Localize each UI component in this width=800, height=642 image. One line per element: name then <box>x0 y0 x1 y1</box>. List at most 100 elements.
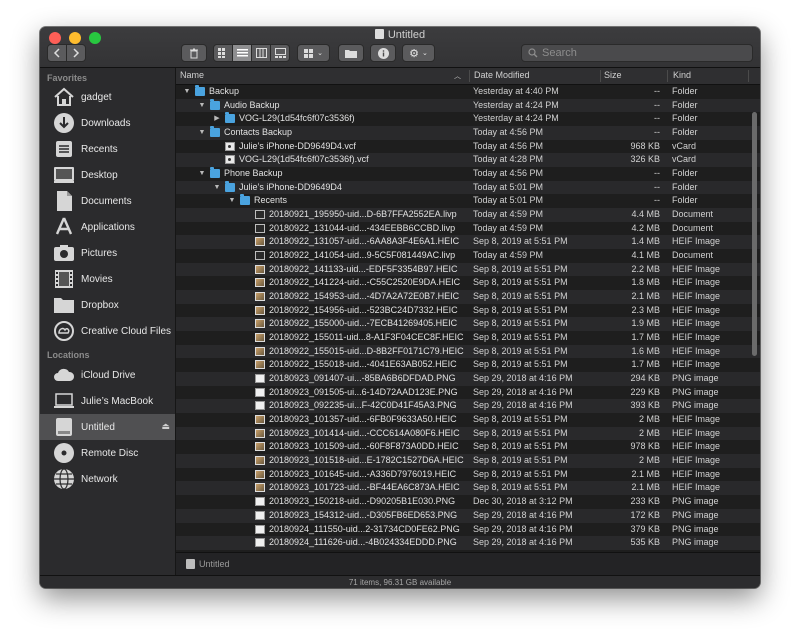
file-size: 172 KB <box>630 509 660 520</box>
file-kind: PNG image <box>672 400 719 411</box>
table-row[interactable]: 20180923_101645-uid...-A336D7976019.HEIC… <box>176 468 760 482</box>
table-row[interactable]: 20180922_141054-uid...9-5C5F081449AC.liv… <box>176 249 760 263</box>
table-row[interactable]: 20180923_101357-uid...-6FB0F9633A50.HEIC… <box>176 413 760 427</box>
search-field[interactable] <box>521 44 753 62</box>
table-row[interactable]: ▼ Contacts Backup Today at 4:56 PM -- Folder <box>176 126 760 140</box>
disclosure-open-icon[interactable]: ▼ <box>182 85 192 99</box>
sidebar-item-label: Julie’s MacBook <box>81 395 154 407</box>
disclosure-open-icon[interactable]: ▼ <box>197 167 207 181</box>
table-row[interactable]: 20180921_195950-uid...D-6B7FFA2552EA.liv… <box>176 208 760 222</box>
table-row[interactable]: 20180923_101414-uid...-CCC614A080F6.HEIC… <box>176 426 760 441</box>
file-date-modified: Sep 8, 2019 at 5:51 PM <box>473 359 568 370</box>
file-name: Julie’s iPhone-DD9649D4.vcf <box>239 140 356 151</box>
image-file-icon <box>255 237 265 247</box>
vcard-icon <box>225 141 235 151</box>
table-row[interactable]: 20180923_091407-ui...-85BA6B6DFDAD.PNG Se… <box>176 372 760 386</box>
table-row[interactable]: 20180922_141133-uid...-EDF5F3354B97.HEIC… <box>176 262 760 277</box>
sidebar-item-gadget[interactable]: gadget <box>40 84 175 110</box>
file-name: 20180923_154312-uid...-D305FB6ED653.PNG <box>269 509 458 520</box>
image-file-icon <box>255 442 265 452</box>
back-button[interactable] <box>47 44 67 62</box>
sidebar-item-network[interactable]: Network <box>40 466 175 492</box>
sidebar-item-movies[interactable]: Movies <box>40 266 175 292</box>
table-row[interactable]: 20180923_101509-uid...-60F8F873A0DD.HEIC… <box>176 440 760 454</box>
table-row[interactable]: ▼ Backup Yesterday at 4:40 PM -- Folder <box>176 85 760 99</box>
disclosure-open-icon[interactable]: ▼ <box>197 126 207 140</box>
sidebar-item-creative-cloud-files[interactable]: Creative Cloud Files <box>40 318 175 344</box>
table-row[interactable]: 20180924_111550-uid...2-31734CD0FE62.PNG… <box>176 523 760 537</box>
table-row[interactable]: 20180922_155000-uid...-7ECB41269405.HEIC… <box>176 317 760 332</box>
sidebar-item-dropbox[interactable]: Dropbox <box>40 292 175 318</box>
table-row[interactable]: VOG-L29(1d54fc6f07c3536f).vcf Today at 4:… <box>176 153 760 168</box>
new-folder-button[interactable] <box>338 44 364 62</box>
file-date-modified: Sep 29, 2018 at 4:16 PM <box>473 537 573 548</box>
disclosure-open-icon[interactable]: ▼ <box>197 99 207 113</box>
path-bar-item[interactable]: Untitled <box>199 559 230 569</box>
list-view-button[interactable] <box>232 44 252 62</box>
table-row[interactable]: 20180922_131057-uid...-6AA8A3F4E6A1.HEIC… <box>176 235 760 250</box>
table-row[interactable]: Julie’s iPhone-DD9649D4.vcf Today at 4:56… <box>176 140 760 154</box>
sidebar-item-downloads[interactable]: Downloads <box>40 110 175 136</box>
group-by-button[interactable]: ⌄ <box>297 44 330 62</box>
table-row[interactable]: ▼ Recents Today at 5:01 PM -- Folder <box>176 194 760 208</box>
table-row[interactable]: 20180923_150218-uid...-D90205B1E030.PNG D… <box>176 495 760 509</box>
file-name: 20180922_131057-uid...-6AA8A3F4E6A1.HEIC <box>269 236 460 247</box>
image-file-icon <box>255 428 265 438</box>
sidebar-item-documents[interactable]: Documents <box>40 188 175 214</box>
disclosure-open-icon[interactable]: ▼ <box>212 181 222 195</box>
navigation-buttons <box>47 44 86 62</box>
sidebar-item-label: Documents <box>81 195 132 207</box>
icon-view-button[interactable] <box>213 44 233 62</box>
gallery-icon <box>274 48 286 58</box>
sidebar-item-pictures[interactable]: Pictures <box>40 240 175 266</box>
column-size-header[interactable]: Size <box>604 70 622 80</box>
file-kind: HEIF Image <box>672 304 721 315</box>
gallery-view-button[interactable] <box>270 44 290 62</box>
sidebar-item-macbook[interactable]: Julie’s MacBook <box>40 388 175 414</box>
table-row[interactable]: 20180922_155018-uid...-4041E63AB052.HEIC… <box>176 358 760 372</box>
table-row[interactable]: 20180923_101518-uid...E-1782C1527D6A.HEI… <box>176 454 760 468</box>
table-row[interactable]: 20180923_154312-uid...-D305FB6ED653.PNG S… <box>176 508 760 523</box>
get-info-button[interactable] <box>370 44 396 62</box>
table-row[interactable]: 20180922_155011-uid...8-A1F3F04CEC8F.HEI… <box>176 331 760 345</box>
disclosure-closed-icon[interactable]: ▶ <box>212 112 222 126</box>
sidebar-item-untitled[interactable]: Untitled ⏏ <box>40 414 175 440</box>
file-date-modified: Today at 4:59 PM <box>473 250 544 261</box>
sidebar-item-desktop[interactable]: Desktop <box>40 162 175 188</box>
file-size: 294 KB <box>630 373 660 384</box>
search-input[interactable] <box>542 47 742 59</box>
table-row[interactable]: ▼ Julie’s iPhone-DD9649D4 Today at 5:01 PM… <box>176 180 760 195</box>
table-row[interactable]: 20180922_131044-uid...-434EEBB6CCBD.livp… <box>176 222 760 236</box>
file-kind: HEIF Image <box>672 318 721 329</box>
forward-button[interactable] <box>66 44 86 62</box>
grid-icon <box>218 48 225 58</box>
table-row[interactable]: 20180923_101723-uid...-BF44EA6C873A.HEIC… <box>176 481 760 496</box>
file-name: 20180923_101723-uid...-BF44EA6C873A.HEIC <box>269 482 460 493</box>
table-row[interactable]: 20180923_092235-ui...F-42C0D41F45A3.PNG S… <box>176 399 760 414</box>
eject-icon[interactable]: ⏏ <box>161 421 170 432</box>
vertical-scrollbar[interactable] <box>752 112 757 356</box>
file-date-modified: Sep 8, 2019 at 5:51 PM <box>473 468 568 479</box>
sidebar-item-recents[interactable]: Recents <box>40 136 175 162</box>
table-row[interactable]: ▼ Audio Backup Yesterday at 4:24 PM -- Folde… <box>176 98 760 113</box>
table-row[interactable]: 20180923_091505-ui...6-14D72AAD123E.PNG S… <box>176 386 760 400</box>
file-name: 20180923_101414-uid...-CCC614A080F6.HEIC <box>269 427 460 438</box>
table-row[interactable]: ▶ VOG-L29(1d54fc6f07c3536f) Yesterday at 4… <box>176 112 760 126</box>
sidebar-item-remote-disc[interactable]: Remote Disc <box>40 440 175 466</box>
disclosure-open-icon[interactable]: ▼ <box>227 194 237 208</box>
trash-button[interactable] <box>181 44 207 62</box>
column-name-header[interactable]: Name <box>180 70 204 80</box>
table-row[interactable]: 20180922_154956-uid...-523BC24D7332.HEIC… <box>176 304 760 318</box>
action-button[interactable]: ⚙ ⌄ <box>402 44 435 62</box>
table-row[interactable]: 20180922_155015-uid...D-8B2FF0171C79.HEI… <box>176 344 760 359</box>
column-view-button[interactable] <box>251 44 271 62</box>
sidebar-item-icloud-drive[interactable]: iCloud Drive <box>40 362 175 388</box>
column-kind-header[interactable]: Kind <box>673 70 691 80</box>
file-date-modified: Sep 29, 2018 at 4:16 PM <box>473 523 573 534</box>
table-row[interactable]: 20180922_141224-uid...-C55C2520E9DA.HEIC… <box>176 276 760 290</box>
sidebar-item-applications[interactable]: Applications <box>40 214 175 240</box>
column-date-header[interactable]: Date Modified <box>474 70 530 80</box>
table-row[interactable]: 20180924_111626-uid...-4B024334EDDD.PNG S… <box>176 536 760 550</box>
table-row[interactable]: ▼ Phone Backup Today at 4:56 PM -- Folder <box>176 167 760 181</box>
table-row[interactable]: 20180922_154953-uid...-4D7A2A72E0B7.HEIC… <box>176 290 760 304</box>
